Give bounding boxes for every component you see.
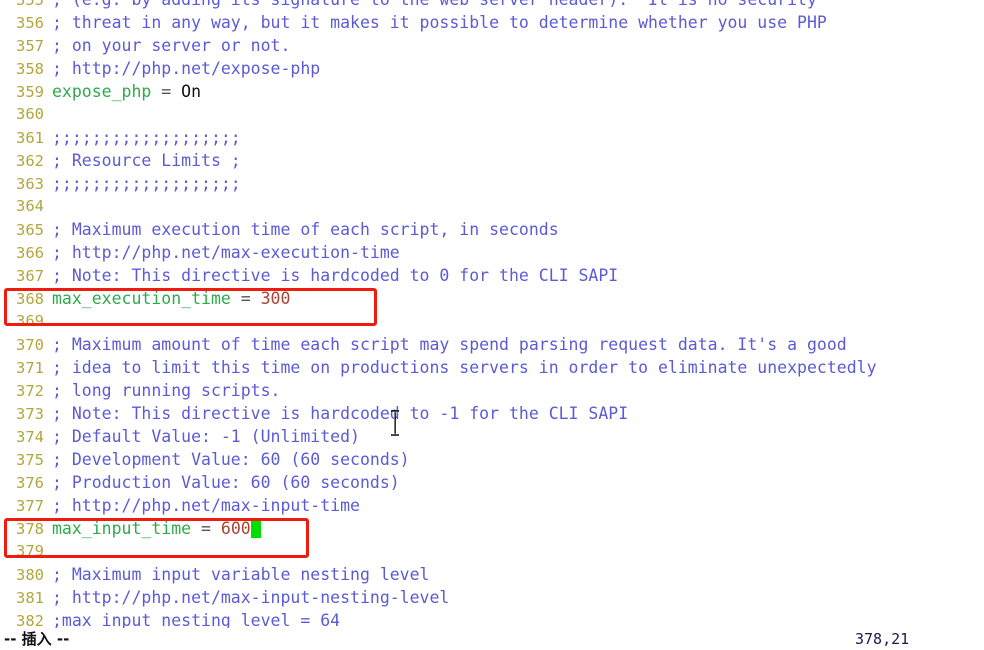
editor-line[interactable]: 377 ; http://php.net/max-input-time — [0, 494, 984, 517]
editor-line[interactable]: 363;;;;;;;;;;;;;;;;;;; — [0, 172, 984, 195]
editor-line[interactable]: 359 expose_php = On — [0, 80, 984, 103]
editor-line[interactable]: 366 ; http://php.net/max-execution-time — [0, 241, 984, 264]
editor-line[interactable]: 356 ; threat in any way, but it makes it … — [0, 11, 984, 34]
line-number: 365 — [16, 221, 44, 239]
line-text: max_execution_time = 300 — [44, 287, 290, 310]
line-number: 377 — [16, 497, 44, 515]
editor-line[interactable]: 379 — [0, 540, 984, 563]
line-text: ;;;;;;;;;;;;;;;;;;; — [52, 128, 241, 147]
vim-status-line: -- 插入 -- 378,21 — [0, 628, 984, 650]
line-text: ; Maximum execution time of each script,… — [52, 220, 559, 239]
line-text: ; Maximum input variable nesting level — [52, 565, 430, 584]
editor-line[interactable]: 365 ; Maximum execution time of each scri… — [0, 218, 984, 241]
line-text: ; on your server or not. — [52, 36, 291, 55]
directive-value: 600 — [220, 519, 251, 538]
editor-line[interactable]: 368 max_execution_time = 300 — [0, 287, 984, 310]
line-text: ; Resource Limits ; — [52, 151, 241, 170]
assignment-operator: = — [191, 519, 221, 538]
line-number: 355 — [16, 0, 44, 9]
vim-mode-indicator: -- 插入 -- — [4, 630, 70, 648]
editor-line[interactable]: 372 ; long running scripts. — [0, 379, 984, 402]
line-number: 367 — [16, 267, 44, 285]
editor-line[interactable]: 381 ; http://php.net/max-input-nesting-le… — [0, 586, 984, 609]
line-number: 368 — [16, 290, 44, 308]
line-number: 373 — [16, 405, 44, 423]
line-text: ; Note: This directive is hardcoded to 0… — [52, 266, 619, 285]
line-text: ; long running scripts. — [52, 381, 281, 400]
editor-line[interactable]: 355; (e.g. by adding its signature to th… — [0, 0, 984, 11]
line-text: ; http://php.net/max-input-time — [52, 496, 360, 515]
line-number: 361 — [16, 129, 44, 147]
line-text: expose_php = On — [44, 80, 201, 103]
editor-line[interactable]: 374 ; Default Value: -1 (Unlimited) — [0, 425, 984, 448]
line-number: 359 — [16, 83, 44, 101]
line-number: 375 — [16, 451, 44, 469]
line-text: ; idea to limit this time on productions… — [52, 358, 877, 377]
directive-name: max_execution_time — [52, 289, 231, 308]
line-text: ; http://php.net/expose-php — [52, 59, 321, 78]
line-number: 379 — [16, 542, 44, 560]
editor-buffer[interactable]: 355; (e.g. by adding its signature to th… — [0, 0, 984, 632]
editor-line[interactable]: 376 ; Production Value: 60 (60 seconds) — [0, 471, 984, 494]
directive-name: max_input_time — [52, 519, 192, 538]
line-text: ; (e.g. by adding its signature to the w… — [44, 0, 817, 11]
line-text: ; Note: This directive is hardcoded to -… — [52, 404, 629, 423]
editor-line[interactable]: 375 ; Development Value: 60 (60 seconds) — [0, 448, 984, 471]
text-cursor-block — [250, 519, 261, 538]
editor-line[interactable]: 367 ; Note: This directive is hardcoded t… — [0, 264, 984, 287]
line-number: 374 — [16, 428, 44, 446]
line-text: ; http://php.net/max-input-nesting-level — [52, 588, 450, 607]
line-number: 369 — [16, 312, 44, 330]
editor-line[interactable]: 371 ; idea to limit this time on producti… — [0, 356, 984, 379]
line-number: 376 — [16, 474, 44, 492]
vim-editor-window[interactable]: 355; (e.g. by adding its signature to th… — [0, 0, 984, 650]
editor-line[interactable]: 360 — [0, 103, 984, 126]
line-text: ; Maximum amount of time each script may… — [52, 335, 847, 354]
assignment-operator: = — [230, 289, 261, 308]
line-number: 364 — [16, 197, 44, 215]
directive-name: expose_php — [52, 82, 152, 101]
line-number: 366 — [16, 244, 44, 262]
line-text: max_input_time = 600 — [44, 517, 261, 540]
line-number: 372 — [16, 382, 44, 400]
line-text: ; threat in any way, but it makes it pos… — [52, 13, 827, 32]
line-number: 371 — [16, 359, 44, 377]
editor-line[interactable]: 364 — [0, 195, 984, 218]
editor-line[interactable]: 362 ; Resource Limits ; — [0, 149, 984, 172]
line-number: 362 — [16, 152, 44, 170]
directive-value: On — [181, 82, 202, 101]
editor-line[interactable]: 357 ; on your server or not. — [0, 34, 984, 57]
editor-line[interactable]: 370 ; Maximum amount of time each script … — [0, 333, 984, 356]
line-number: 360 — [16, 105, 44, 123]
line-text: ;;;;;;;;;;;;;;;;;;; — [52, 174, 241, 193]
assignment-operator: = — [151, 82, 182, 101]
cursor-position-ruler: 378,21 — [855, 630, 910, 648]
line-number: 356 — [16, 14, 44, 32]
editor-line[interactable]: 373 ; Note: This directive is hardcoded t… — [0, 402, 984, 425]
editor-line[interactable]: 369 — [0, 310, 984, 333]
editor-line[interactable]: 361;;;;;;;;;;;;;;;;;;; — [0, 126, 984, 149]
editor-line[interactable]: 380 ; Maximum input variable nesting leve… — [0, 563, 984, 586]
line-number: 381 — [16, 589, 44, 607]
editor-line[interactable]: 378 max_input_time = 600 — [0, 517, 984, 540]
line-number: 380 — [16, 566, 44, 584]
line-text: ; Production Value: 60 (60 seconds) — [52, 473, 400, 492]
line-text: ; Development Value: 60 (60 seconds) — [52, 450, 410, 469]
line-number: 370 — [16, 336, 44, 354]
line-number: 357 — [16, 37, 44, 55]
line-number: 363 — [16, 175, 44, 193]
line-text: ; http://php.net/max-execution-time — [52, 243, 400, 262]
directive-value: 300 — [260, 289, 291, 308]
line-number: 358 — [16, 60, 44, 78]
line-number: 378 — [16, 520, 44, 538]
editor-line[interactable]: 358 ; http://php.net/expose-php — [0, 57, 984, 80]
line-text: ; Default Value: -1 (Unlimited) — [52, 427, 360, 446]
